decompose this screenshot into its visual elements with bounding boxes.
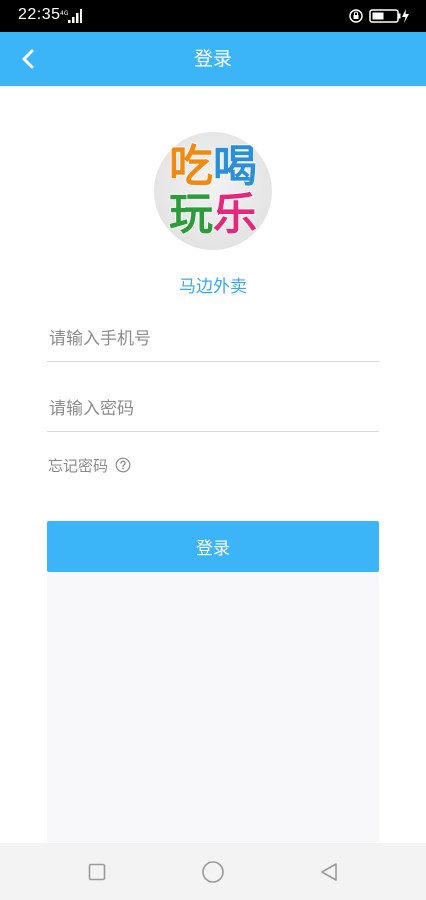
signal-icon: 4G — [60, 9, 82, 23]
app-name: 马边外卖 — [179, 277, 247, 297]
back-button[interactable] — [10, 41, 46, 77]
logo-char-3: 玩 — [168, 189, 214, 241]
triangle-left-icon — [321, 863, 337, 881]
logo-row-top: 吃 喝 — [154, 141, 272, 193]
phone-input[interactable] — [47, 316, 379, 362]
app-logo: 吃 喝 玩 乐 — [154, 132, 272, 250]
system-nav-bar — [0, 843, 426, 900]
circle-icon — [202, 861, 224, 883]
system-back-button[interactable] — [314, 857, 344, 887]
status-time: 22:35 — [18, 6, 61, 23]
login-screen: 22:35 4G 登录 吃 喝 玩 乐 马边外卖 请输入手机号 忘记密码 登录 — [0, 0, 426, 900]
network-type: 4G — [60, 10, 69, 17]
logo-char-4: 乐 — [212, 189, 258, 241]
logo-row-bottom: 玩 乐 — [154, 189, 272, 241]
password-input[interactable] — [47, 386, 379, 432]
logo-char-2: 喝 — [212, 141, 258, 193]
square-icon — [88, 863, 106, 881]
help-icon — [115, 457, 131, 473]
battery-icon — [349, 9, 409, 23]
login-button[interactable]: 登录 — [47, 521, 379, 572]
chevron-left-icon — [22, 49, 34, 69]
app-header: 登录 — [0, 32, 426, 86]
forgot-password-label: 忘记密码 — [48, 456, 109, 475]
content-panel — [47, 572, 379, 842]
logo-char-1: 吃 — [168, 141, 214, 193]
page-title: 登录 — [193, 48, 232, 70]
recent-apps-button[interactable] — [82, 857, 112, 887]
home-button[interactable] — [198, 857, 228, 887]
status-bar: 22:35 4G — [0, 0, 426, 32]
forgot-password-link[interactable]: 忘记密码 — [48, 454, 131, 476]
